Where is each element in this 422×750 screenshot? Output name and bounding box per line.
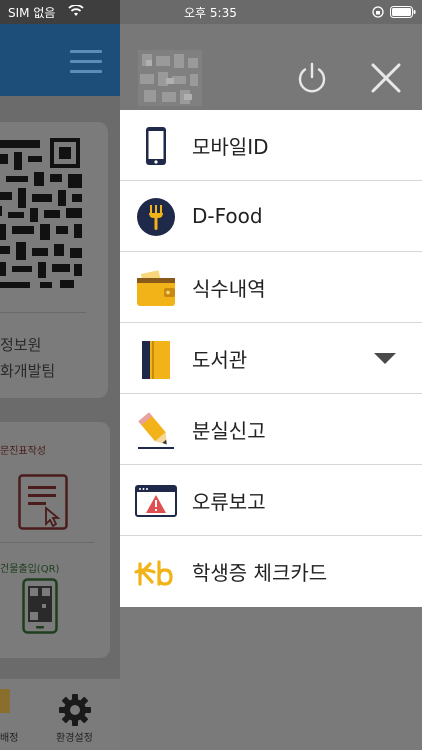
org-name-line2: 화개발팀 xyxy=(0,362,56,380)
background-app: 정보원 화개발팀 문진표작성 건물출입(QR) 배정 환경설정 xyxy=(0,0,120,750)
menu-label: 분실신고 xyxy=(192,418,266,443)
menu-item-student-card[interactable]: 학생증 체크카드 xyxy=(120,536,422,607)
drawer-menu: 모바일ID D-Food 식수내역 도서관 분실신고 오류보고 학생증 체크카드 xyxy=(120,110,422,607)
mobile-phone-icon xyxy=(146,127,166,165)
menu-label: 식수내역 xyxy=(192,276,266,301)
drawer-header xyxy=(120,24,422,110)
menu-label: 학생증 체크카드 xyxy=(192,561,328,585)
quick-label-questionnaire: 문진표작성 xyxy=(0,446,46,457)
menu-label: 오류보고 xyxy=(192,489,266,514)
wifi-icon xyxy=(68,5,84,16)
menu-item-d-food[interactable]: D-Food xyxy=(120,181,422,252)
menu-item-lost-report[interactable]: 분실신고 xyxy=(120,394,422,465)
assignment-tab-icon[interactable] xyxy=(0,689,10,713)
carrier-text: SIM 없음 xyxy=(8,6,56,20)
battery-icon xyxy=(390,6,416,18)
menu-label: 모바일ID xyxy=(192,134,269,159)
close-icon[interactable] xyxy=(370,62,402,94)
quick-label-building-qr: 건물출입(QR) xyxy=(0,564,60,575)
form-click-icon[interactable] xyxy=(18,474,68,530)
book-icon xyxy=(142,341,170,379)
app-header xyxy=(0,24,120,96)
chevron-down-icon[interactable] xyxy=(374,353,396,364)
status-time: 오후 5:35 xyxy=(184,6,237,20)
blurred-user-name xyxy=(138,50,202,106)
menu-item-mobile-id[interactable]: 모바일ID xyxy=(120,110,422,181)
menu-item-meal-history[interactable]: 식수내역 xyxy=(120,252,422,323)
menu-label: D-Food xyxy=(192,204,263,228)
tab-label-settings[interactable]: 환경설정 xyxy=(56,729,93,744)
tab-label-assignment[interactable]: 배정 xyxy=(0,729,18,744)
wallet-icon xyxy=(137,270,175,306)
qr-code xyxy=(0,132,88,292)
status-bar: SIM 없음 오후 5:35 xyxy=(0,0,422,24)
hamburger-menu-icon[interactable] xyxy=(70,50,102,74)
pencil-icon xyxy=(138,412,174,449)
menu-item-library[interactable]: 도서관 xyxy=(120,323,422,394)
fork-icon xyxy=(137,198,175,236)
warning-window-icon xyxy=(135,485,177,517)
org-name-line1: 정보원 xyxy=(0,336,42,354)
kb-logo-icon xyxy=(134,560,173,586)
gear-icon[interactable] xyxy=(58,693,92,727)
menu-item-error-report[interactable]: 오류보고 xyxy=(120,465,422,536)
menu-label: 도서관 xyxy=(192,347,248,372)
phone-qr-icon[interactable] xyxy=(22,578,58,634)
tab-bar: 배정 환경설정 xyxy=(0,678,120,750)
side-drawer: 모바일ID D-Food 식수내역 도서관 분실신고 오류보고 학생증 체크카드 xyxy=(120,24,422,750)
power-icon[interactable] xyxy=(296,62,328,96)
rotation-lock-icon xyxy=(372,6,384,18)
